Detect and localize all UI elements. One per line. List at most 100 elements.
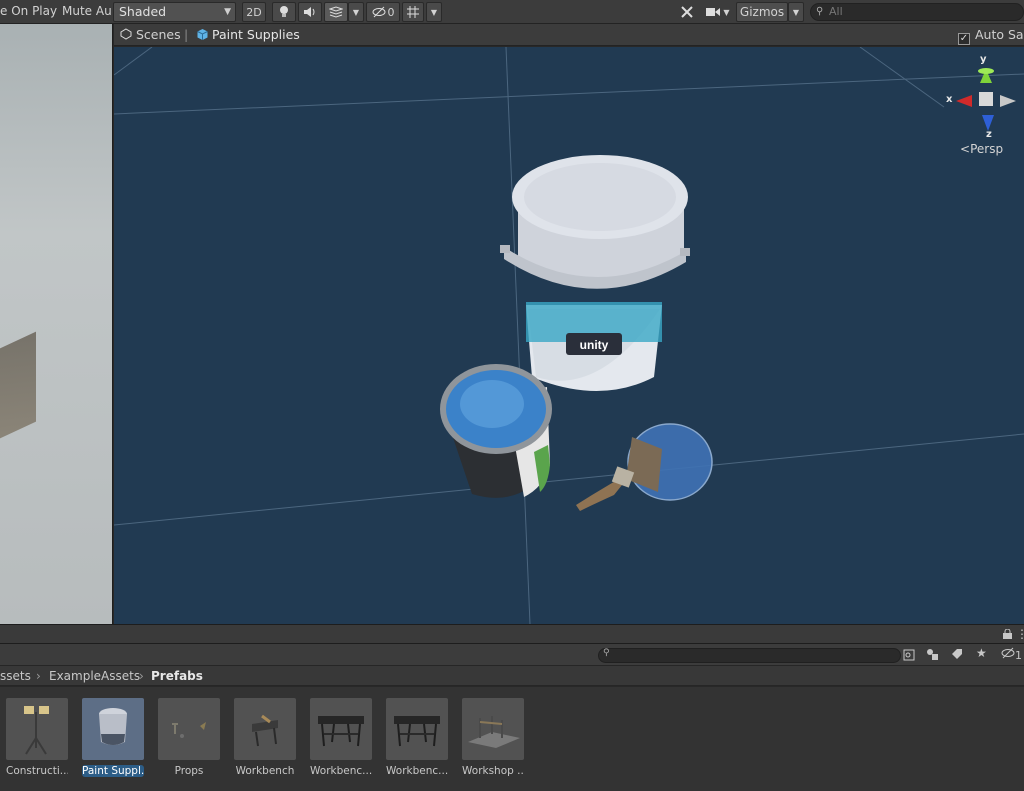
hidden-eye-icon xyxy=(372,6,385,18)
asset-item[interactable]: Constructi... xyxy=(6,698,68,777)
auto-save-label: Auto Sav xyxy=(975,27,1024,42)
lock-icon[interactable] xyxy=(1003,629,1012,639)
asset-item[interactable]: Paint Suppl... xyxy=(82,698,144,777)
effects-icon xyxy=(329,6,343,18)
workbench-icon xyxy=(394,716,440,747)
grid-icon xyxy=(407,6,419,18)
scenes-breadcrumb[interactable]: Scenes xyxy=(136,27,181,42)
camera-icon xyxy=(706,8,721,16)
projection-toggle[interactable]: <Persp xyxy=(960,142,1003,156)
effects-dropdown[interactable]: ▼ xyxy=(348,2,364,22)
shading-mode-dropdown[interactable]: Shaded ▼ xyxy=(113,2,236,22)
project-search-input[interactable]: ⚲ xyxy=(598,648,901,663)
asset-thumbnail xyxy=(386,698,448,760)
tools-button[interactable] xyxy=(676,2,698,22)
hidden-packages-button[interactable]: 1 xyxy=(1001,647,1022,662)
search-icon: ⚲ xyxy=(603,648,610,658)
camera-settings-button[interactable]: ▼ xyxy=(702,2,734,22)
project-tab-bar: ⋮ xyxy=(0,624,1024,644)
lighting-toggle-button[interactable] xyxy=(272,2,296,22)
tools-icon xyxy=(681,6,693,18)
speaker-icon xyxy=(304,7,315,17)
scene-search-input[interactable]: ⚲ All xyxy=(810,3,1024,21)
scene-toolbar: e On Play Mute Aud Shaded ▼ 2D ▼ 0 ▼ ▼ G… xyxy=(0,0,1024,24)
chevron-down-icon: ▼ xyxy=(352,7,360,17)
gizmos-label: Gizmos xyxy=(739,5,785,19)
paint-bucket-object: unity xyxy=(500,155,690,391)
prefab-breadcrumb[interactable]: Paint Supplies xyxy=(212,27,300,42)
paint-brush-object xyxy=(576,423,713,511)
kebab-menu-icon[interactable]: ⋮ xyxy=(1016,627,1024,641)
toggle-2d-button[interactable]: 2D xyxy=(242,2,266,22)
asset-thumbnail xyxy=(82,698,144,760)
scene-search-placeholder: All xyxy=(829,5,843,18)
axis-gizmo-icon xyxy=(956,68,1016,131)
grid-dropdown[interactable]: ▼ xyxy=(426,2,442,22)
asset-label: Workbenc... xyxy=(310,765,372,777)
game-view-panel[interactable] xyxy=(0,24,113,624)
workbench-icon xyxy=(252,714,278,747)
audio-toggle-button[interactable] xyxy=(298,2,322,22)
chevron-right-icon: › xyxy=(36,669,41,683)
chevron-down-icon: ▼ xyxy=(430,7,438,17)
lightbulb-icon xyxy=(280,6,288,17)
shading-mode-value: Shaded xyxy=(119,4,167,19)
construction-light-icon xyxy=(24,706,49,755)
chevron-down-icon: ▼ xyxy=(792,7,800,17)
breadcrumb-separator: | xyxy=(184,27,189,42)
favorite-star-icon[interactable]: ★ xyxy=(976,646,987,660)
auto-save-toggle[interactable]: ✓ Auto Sav xyxy=(958,27,1024,45)
asset-item[interactable]: Workbenc... xyxy=(310,698,372,777)
hidden-objects-count: 0 xyxy=(387,5,395,19)
scene-visibility-button[interactable]: 0 xyxy=(366,2,400,22)
plank-object xyxy=(0,331,36,467)
gizmo-y-label: y xyxy=(980,54,987,65)
label-tag-icon[interactable] xyxy=(951,648,963,660)
effects-toggle-button[interactable] xyxy=(324,2,348,22)
mute-audio-toggle[interactable]: Mute Aud xyxy=(62,4,112,18)
chevron-down-icon: ▼ xyxy=(723,7,730,17)
scene-view[interactable]: unity y x z <Persp xyxy=(114,47,1024,624)
search-icon: ⚲ xyxy=(816,6,824,17)
asset-item[interactable]: Props xyxy=(158,698,220,777)
asset-thumbnail xyxy=(234,698,296,760)
orientation-gizmo[interactable]: y x z <Persp xyxy=(944,54,1024,167)
breadcrumb-exampleassets[interactable]: ExampleAssets xyxy=(49,669,140,683)
chevron-right-icon: › xyxy=(139,669,144,683)
asset-item[interactable]: Workbench xyxy=(234,698,296,777)
projection-label: Persp xyxy=(970,142,1004,156)
toggle-2d-label: 2D xyxy=(246,5,262,19)
asset-thumbnail xyxy=(6,698,68,760)
asset-label: Workbench xyxy=(235,765,295,777)
paint-can-object xyxy=(440,364,552,498)
asset-item[interactable]: Workshop ... xyxy=(462,698,524,777)
unity-scene-icon xyxy=(120,28,132,40)
paint-bucket-icon xyxy=(99,708,127,745)
asset-label: Workshop ... xyxy=(462,765,524,777)
prefab-breadcrumb-bar: Scenes | Paint Supplies xyxy=(114,24,1024,46)
grid-toggle-button[interactable] xyxy=(402,2,424,22)
scene-render: unity xyxy=(114,47,1024,624)
checkmark-icon: ✓ xyxy=(958,33,970,45)
hidden-packages-count: 1 xyxy=(1015,649,1022,662)
asset-label: Workbenc... xyxy=(386,765,448,777)
workbench-icon xyxy=(318,716,364,747)
asset-thumbnail xyxy=(310,698,372,760)
asset-thumbnail xyxy=(462,698,524,760)
search-by-type-icon[interactable] xyxy=(903,649,915,661)
asset-item[interactable]: Workbenc... xyxy=(386,698,448,777)
breadcrumb-prefabs[interactable]: Prefabs xyxy=(151,669,203,683)
breadcrumb-assets[interactable]: ssets xyxy=(0,669,31,683)
workshop-icon xyxy=(468,716,520,748)
filter-type-icon[interactable] xyxy=(926,648,939,661)
chevron-down-icon: ▼ xyxy=(224,7,231,17)
hidden-eye-icon xyxy=(1001,647,1015,659)
gizmos-button[interactable]: Gizmos xyxy=(736,2,788,22)
gizmos-dropdown[interactable]: ▼ xyxy=(788,2,804,22)
enter-play-mode-option[interactable]: e On Play xyxy=(0,4,57,18)
props-icon xyxy=(172,722,206,738)
asset-label: Props xyxy=(174,765,204,777)
gizmo-x-label: x xyxy=(946,94,953,105)
bucket-logo-text: unity xyxy=(580,338,609,352)
prefab-cube-icon xyxy=(197,29,208,40)
